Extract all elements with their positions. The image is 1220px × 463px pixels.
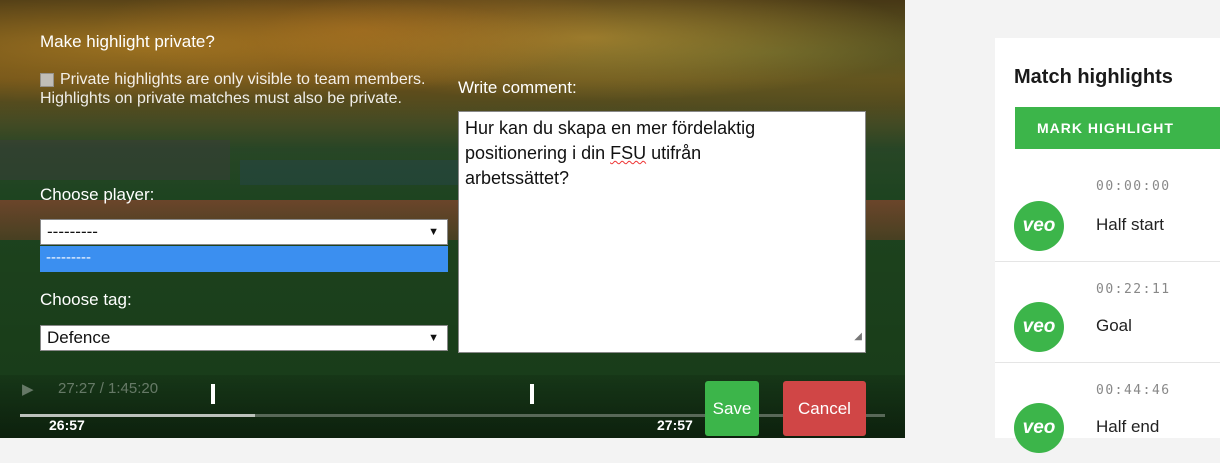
comment-line: Hur kan du skapa en mer fördelaktig (465, 118, 756, 138)
mark-highlight-button[interactable]: MARK HIGHLIGHT (1015, 107, 1220, 149)
private-note: Private highlights are only visible to t… (40, 70, 450, 108)
highlight-item[interactable]: veo 00:22:11 Goal (995, 262, 1220, 363)
tag-label: Choose tag: (40, 290, 132, 309)
resize-handle-icon[interactable]: ◢ (854, 324, 862, 349)
highlight-item[interactable]: veo 00:44:46 Half end (995, 363, 1220, 463)
veo-badge-icon: veo (1014, 201, 1064, 251)
clip-end-handle[interactable] (530, 384, 534, 404)
clip-start-handle[interactable] (211, 384, 215, 404)
highlight-label: Half start (1096, 215, 1165, 234)
comment-text: utifrån (646, 143, 702, 163)
highlight-time: 00:22:11 (1096, 282, 1171, 297)
player-label: Choose player: (40, 185, 155, 204)
comment-label: Write comment: (458, 78, 577, 97)
video-background-stand (0, 140, 230, 180)
highlight-time: 00:00:00 (1096, 179, 1171, 194)
panel-title: Match highlights (1014, 66, 1173, 88)
highlight-label: Goal (1096, 316, 1132, 335)
highlights-panel: Match highlights MARK HIGHLIGHT veo 00:0… (995, 38, 1220, 453)
comment-text: positionering i din (465, 143, 611, 163)
current-total-time: 27:27 / 1:45:20 (58, 380, 159, 397)
highlight-time: 00:44:46 (1096, 383, 1171, 398)
player-select[interactable]: --------- ▼ (40, 219, 448, 245)
player-option-highlighted[interactable]: --------- (40, 246, 448, 272)
veo-badge-icon: veo (1014, 403, 1064, 453)
veo-badge-icon: veo (1014, 302, 1064, 352)
private-label: Make highlight private? (40, 32, 215, 51)
clip-start-time: 26:57 (49, 417, 85, 433)
highlight-label: Half end (1096, 417, 1160, 436)
tag-select-value: Defence (47, 328, 111, 347)
cancel-button[interactable]: Cancel (783, 381, 866, 436)
dropdown-arrow-icon: ▼ (428, 226, 439, 238)
comment-textarea[interactable]: Hur kan du skapa en mer fördelaktig posi… (458, 111, 866, 353)
dropdown-arrow-icon: ▼ (428, 332, 439, 344)
private-checkbox[interactable] (40, 72, 54, 87)
tag-select[interactable]: Defence ▼ (40, 325, 448, 351)
video-player[interactable]: Make highlight private? Private highligh… (0, 0, 905, 438)
comment-misspelled: FSU (610, 143, 647, 163)
comment-line: positionering i din FSU utifrån (465, 141, 859, 166)
save-button[interactable]: Save (705, 381, 759, 436)
highlight-item[interactable]: veo 00:00:00 Half start (995, 161, 1220, 262)
private-note-text: Private highlights are only visible to t… (40, 71, 426, 107)
player-select-value: --------- (47, 222, 98, 241)
clip-end-time: 27:57 (657, 417, 693, 433)
comment-line: arbetssättet? (465, 168, 570, 188)
play-icon[interactable]: ▶ (22, 380, 34, 398)
